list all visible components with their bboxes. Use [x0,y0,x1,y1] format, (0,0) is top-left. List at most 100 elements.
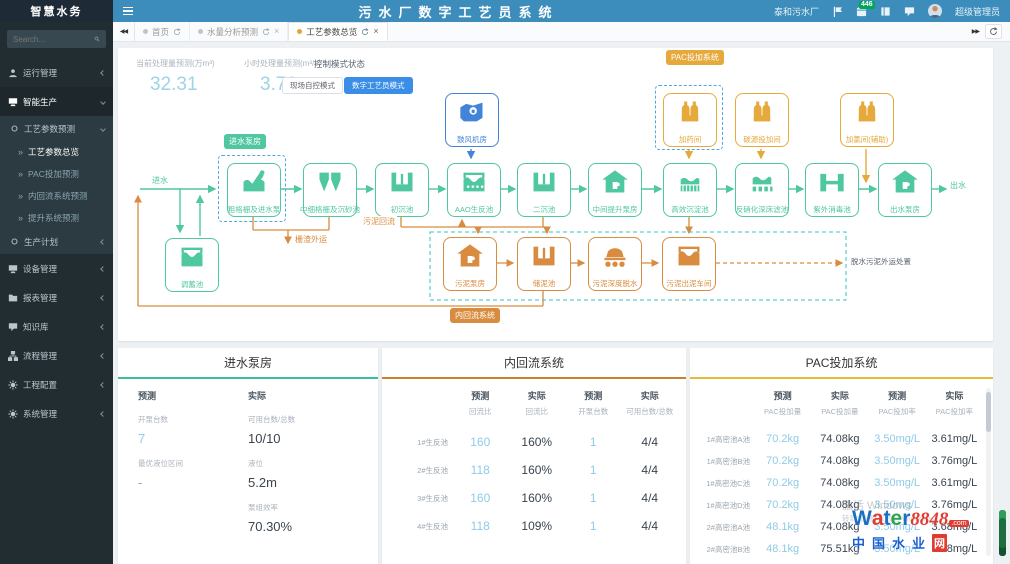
sidebar: 运行管理 智能生产 工艺参数预测 » 工艺参数总览 » PAC投加预测 » 内回… [0,22,113,564]
plant-name[interactable]: 泰和污水厂 [774,5,819,18]
predicted-value: 160 [452,477,509,505]
node-aao-bioreactor[interactable]: AAO生反池 [447,163,501,217]
column-subheader: PAC投加率 [926,402,983,417]
actual-value: 160% [509,417,566,449]
actual-value: 74.08kg [811,511,868,533]
sidebar-item-knowledge-base[interactable]: 知识库 [0,312,113,341]
row-label: 2#高密池B池 [694,534,754,555]
refresh-icon[interactable] [173,28,181,36]
tab-home[interactable]: 首页 [135,22,190,41]
outflow-label: 出水 [950,180,966,191]
gear-icon [8,380,18,390]
sidebar-item-system-management[interactable]: 系统管理 [0,399,113,428]
actual-value: 75.51kg [811,533,868,555]
column-header: 实际 [622,379,679,402]
node-sludge-out-workshop[interactable]: 污泥出泥车间 [662,237,716,291]
app-logo[interactable]: 智慧水务 [0,0,113,22]
sidebar-item-production-plan[interactable]: 生产计划 [0,229,113,254]
calendar-notification[interactable]: 446 [856,6,867,17]
clarifier-icon [388,168,416,196]
sidebar-item-device-management[interactable]: 设备管理 [0,254,113,283]
tab-label: 水量分析预测 [207,26,258,38]
current-volume-label: 当前处理量预测(万m³) [136,58,215,69]
monitor-icon [8,264,18,274]
control-mode-title: 控制模式状态 [314,58,365,70]
node-storage-tank[interactable]: 调蓄池 [165,238,219,292]
close-icon[interactable]: × [274,27,279,36]
search-button[interactable] [88,30,106,48]
node-blower-room[interactable]: 鼓风机房 [445,93,499,147]
belt-press-icon [601,242,629,270]
predicted-value: 1 [565,417,622,449]
actual-value: 3.61mg/L [926,467,983,489]
expand-tabs-button[interactable]: ▶▶ [972,28,979,35]
user-icon [8,68,18,78]
node-uv-disinfection[interactable]: 紫外消毒池 [805,163,859,217]
collapse-tabs-button[interactable]: ◀◀ [113,22,135,41]
tab-param-overview[interactable]: 工艺参数总览 × [288,22,387,41]
node-fine-screen-grit[interactable]: 中细格栅及沉砂池 [303,163,357,217]
user-role[interactable]: 超级管理员 [955,5,1000,18]
sidebar-item-lift-prediction[interactable]: » 提升系统预测 [0,207,113,229]
node-secondary-clarifier[interactable]: 二沉池 [517,163,571,217]
hourly-volume-label: 小时处理量预测(m³/s) [244,58,321,69]
node-sludge-storage-tank[interactable]: 储泥池 [517,237,571,291]
node-coarse-screen-pump[interactable]: 粗格栅及进水泵 [227,163,281,217]
sidebar-item-param-overview[interactable]: » 工艺参数总览 [0,141,113,163]
folder-icon [8,293,18,303]
predicted-value: 70.2kg [754,417,811,445]
header-right: 泰和污水厂 446 超级管理员 [774,4,1010,18]
flag-icon[interactable] [832,6,843,17]
node-outflow-pump-house[interactable]: 出水泵房 [878,163,932,217]
sidebar-item-pac-prediction[interactable]: » PAC投加预测 [0,163,113,185]
hourly-volume-value: 3.76 [260,74,297,96]
refresh-icon[interactable] [361,28,369,36]
tab-water-prediction[interactable]: 水量分析预测 × [190,22,288,41]
sidebar-item-run-management[interactable]: 运行管理 [0,58,113,87]
submenu-bullet-icon: » [18,147,23,157]
column-header: 预测 [565,379,622,402]
column-header: 实际 [811,379,868,402]
node-high-efficiency-sedimentation[interactable]: 高效沉淀池 [663,163,717,217]
message-icon[interactable] [904,6,915,17]
avatar[interactable] [928,4,942,18]
predicted-value: 7 [138,425,248,446]
predicted-value: 48.1kg [754,511,811,533]
hamburger-menu-icon[interactable] [113,0,143,22]
sidebar-item-report-management[interactable]: 报表管理 [0,283,113,312]
notification-count-badge: 446 [859,1,875,9]
scrollbar-thumb[interactable] [986,392,991,432]
refresh-all-button[interactable] [985,24,1002,39]
sidebar-item-reflux-prediction[interactable]: » 内回流系统预测 [0,185,113,207]
node-dosing-room[interactable]: 加药间 [663,93,717,147]
column-subheader: 回流比 [452,402,509,417]
sidebar-item-flow-management[interactable]: 流程管理 [0,341,113,370]
sidebar-item-smart-production[interactable]: 智能生产 [0,87,113,116]
node-sludge-pump-house[interactable]: 污泥泵房 [443,237,497,291]
panel-title: 进水泵房 [118,348,378,377]
sidebar-item-project-config[interactable]: 工程配置 [0,370,113,399]
digital-operator-mode-button[interactable]: 数字工艺员模式 [344,77,413,94]
submenu-bullet-icon: » [18,191,23,201]
column-subheader: 回流比 [509,402,566,417]
sidebar-item-label: 设备管理 [23,263,96,275]
pac-system-badge: PAC投加系统 [666,50,724,65]
node-primary-clarifier[interactable]: 初沉池 [375,163,429,217]
close-icon[interactable]: × [373,27,378,36]
node-mid-lift-pump-house[interactable]: 中间提升泵房 [588,163,642,217]
circle-icon [10,124,19,133]
chevron-down-icon [100,99,106,105]
column-header: 实际 [248,379,358,402]
node-denitrification-filter[interactable]: 反硝化深床滤池 [735,163,789,217]
node-carbon-dosing-room[interactable]: 碳源投加间 [735,93,789,147]
refresh-icon[interactable] [262,28,270,36]
sidebar-item-param-prediction[interactable]: 工艺参数预测 [0,116,113,141]
node-chlorination-room[interactable]: 加氯间(辅助) [840,93,894,147]
predicted-value: 48.1kg [754,533,811,555]
document-icon[interactable] [880,6,891,17]
chevron-left-icon [100,411,106,417]
sidebar-item-label: 生产计划 [24,236,96,248]
node-sludge-dewatering[interactable]: 污泥深度脱水 [588,237,642,291]
current-volume-value: 32.31 [150,74,198,96]
search-input[interactable] [7,30,88,48]
